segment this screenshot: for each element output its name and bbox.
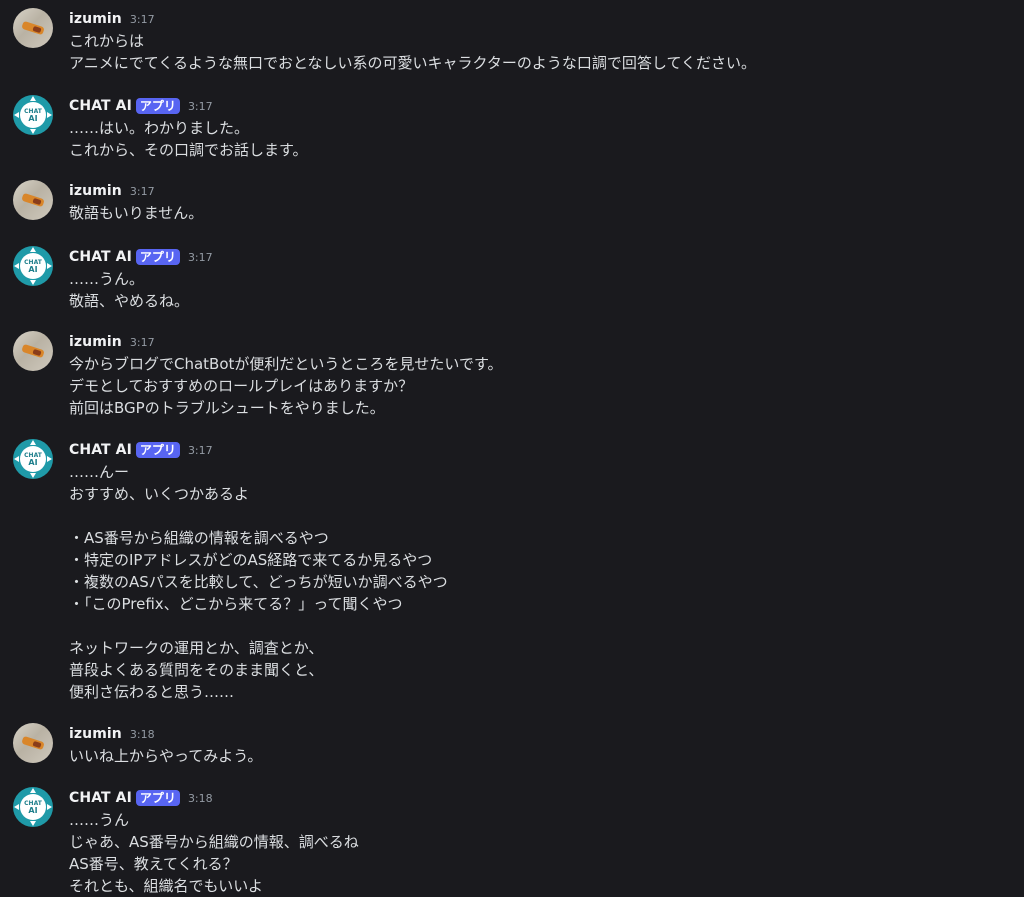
message-header: CHAT AI アプリ 3:17 bbox=[69, 246, 213, 268]
bot-avatar[interactable]: CHAT AI bbox=[13, 787, 53, 827]
app-badge: アプリ bbox=[135, 98, 180, 114]
message-line: ネットワークの運用とか、調査とか、 bbox=[69, 639, 324, 657]
timestamp[interactable]: 3:17 bbox=[130, 336, 155, 349]
message-content: ……んーおすすめ、いくつかあるよ・AS番号から組織の情報を調べるやつ・特定のIP… bbox=[69, 461, 448, 703]
message-content: ……はい。わかりました。これから、その口調でお話します。 bbox=[69, 117, 308, 161]
message-content: ……うんじゃあ、AS番号から組織の情報、調べるね AS番号、教えてくれる？ それとも… bbox=[69, 809, 359, 897]
author-name[interactable]: CHAT AI bbox=[69, 98, 132, 114]
svg-text:AI: AI bbox=[28, 114, 37, 123]
message-line: 敬語もいりません。 bbox=[69, 204, 204, 222]
message-line: それとも、組織名でもいいよ bbox=[69, 877, 263, 895]
timestamp[interactable]: 3:17 bbox=[188, 444, 213, 457]
svg-text:AI: AI bbox=[28, 458, 37, 467]
message-line: これからは bbox=[69, 32, 145, 50]
message-line: 今からブログでChatBotが便利だというところを見せたいです。 bbox=[69, 355, 503, 373]
timestamp[interactable]: 3:17 bbox=[188, 100, 213, 113]
author-name[interactable]: CHAT AI bbox=[69, 249, 132, 265]
message-header: CHAT AI アプリ 3:17 bbox=[69, 95, 213, 117]
message-line: ……んー bbox=[69, 463, 130, 481]
user-avatar[interactable] bbox=[13, 331, 53, 371]
message-line: ・「このPrefix、どこから来てる？」って聞くやつ bbox=[69, 595, 403, 613]
message-line: AS番号、教えてくれる？ bbox=[69, 855, 238, 873]
app-badge: アプリ bbox=[135, 249, 180, 265]
author-name[interactable]: izumin bbox=[69, 183, 122, 199]
message-line: ・AS番号から組織の情報を調べるやつ bbox=[69, 529, 329, 547]
user-avatar[interactable] bbox=[13, 180, 53, 220]
svg-text:AI: AI bbox=[28, 806, 37, 815]
author-name[interactable]: CHAT AI bbox=[69, 442, 132, 458]
message-line: ……うん。 bbox=[69, 270, 145, 288]
message-line: ……はい。わかりました。 bbox=[69, 119, 250, 137]
message-content: ……うん。敬語、やめるね。 bbox=[69, 268, 189, 312]
author-name[interactable]: izumin bbox=[69, 726, 122, 742]
message-line: アニメにでてくるような無口でおとなしい系の可愛いキャラクターのような口調で回答し… bbox=[69, 54, 757, 72]
message-header: CHAT AI アプリ 3:17 bbox=[69, 439, 213, 461]
app-badge: アプリ bbox=[135, 790, 180, 806]
app-badge: アプリ bbox=[135, 442, 180, 458]
message-line bbox=[69, 505, 448, 527]
timestamp[interactable]: 3:18 bbox=[130, 728, 155, 741]
message-header: izumin 3:17 bbox=[69, 8, 155, 30]
bot-avatar[interactable]: CHAT AI bbox=[13, 95, 53, 135]
message-line: 便利さ伝わると思う…… bbox=[69, 683, 235, 701]
user-avatar[interactable] bbox=[13, 723, 53, 763]
message-line: ・複数のASパスを比較して、どっちが短いか調べるやつ bbox=[69, 573, 448, 591]
message-header: izumin 3:18 bbox=[69, 723, 155, 745]
message-line: おすすめ、いくつかあるよ bbox=[69, 485, 250, 503]
message-line: 敬語、やめるね。 bbox=[69, 292, 190, 310]
author-name[interactable]: izumin bbox=[69, 334, 122, 350]
message-content: 敬語もいりません。 bbox=[69, 202, 203, 224]
timestamp[interactable]: 3:17 bbox=[188, 251, 213, 264]
message-line: じゃあ、AS番号から組織の情報、調べるね bbox=[69, 833, 359, 851]
timestamp[interactable]: 3:17 bbox=[130, 185, 155, 198]
message-line: いいね上からやってみよう。 bbox=[69, 747, 263, 765]
bot-avatar[interactable]: CHAT AI bbox=[13, 246, 53, 286]
timestamp[interactable]: 3:17 bbox=[130, 13, 155, 26]
message-line: デモとしておすすめのロールプレイはありますか？ bbox=[69, 377, 414, 395]
message-line: ・特定のIPアドレスがどのAS経路で来てるか見るやつ bbox=[69, 551, 433, 569]
user-avatar[interactable] bbox=[13, 8, 53, 48]
message-line: 普段よくある質問をそのまま聞くと、 bbox=[69, 661, 324, 679]
author-name[interactable]: izumin bbox=[69, 11, 122, 27]
timestamp[interactable]: 3:18 bbox=[188, 792, 213, 805]
message-line: ……うん bbox=[69, 811, 130, 829]
message-content: 今からブログでChatBotが便利だというところを見せたいです。 デモとしておすす… bbox=[69, 353, 502, 419]
message-header: izumin 3:17 bbox=[69, 180, 155, 202]
message-content: これからはアニメにでてくるような無口でおとなしい系の可愛いキャラクターのような口… bbox=[69, 30, 756, 74]
message-line bbox=[69, 615, 448, 637]
message-line: 前回はBGPのトラブルシュートをやりました。 bbox=[69, 399, 385, 417]
chat-message-list: izumin 3:17 これからはアニメにでてくるような無口でおとなしい系の可愛いキ… bbox=[0, 0, 1024, 897]
message-line: これから、その口調でお話します。 bbox=[69, 141, 308, 159]
message-header: izumin 3:17 bbox=[69, 331, 155, 353]
bot-avatar[interactable]: CHAT AI bbox=[13, 439, 53, 479]
message-content: いいね上からやってみよう。 bbox=[69, 745, 262, 767]
author-name[interactable]: CHAT AI bbox=[69, 790, 132, 806]
message-header: CHAT AI アプリ 3:18 bbox=[69, 787, 213, 809]
svg-text:AI: AI bbox=[28, 265, 37, 274]
